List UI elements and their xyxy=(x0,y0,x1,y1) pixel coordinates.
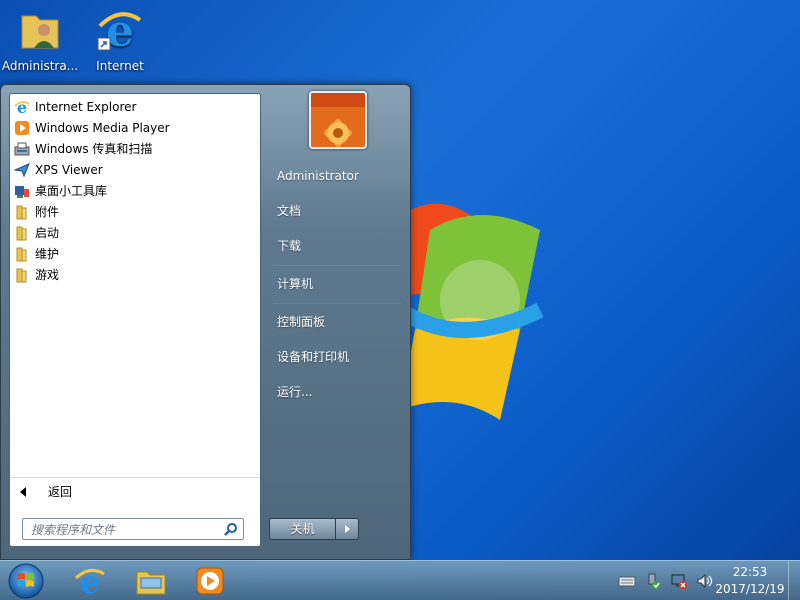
shutdown-button-group: 关机 xyxy=(269,518,359,540)
search-input[interactable]: 搜索程序和文件 xyxy=(22,518,244,540)
taskbar-explorer-button[interactable] xyxy=(131,564,171,598)
desktop-icon-label: Internet Explorer xyxy=(96,59,144,73)
program-list: e Internet Explorer Windows Media Player… xyxy=(10,96,260,285)
desktop-icon-internet-explorer[interactable]: e Internet Explorer xyxy=(80,6,160,74)
menu-item-user[interactable]: Administrator xyxy=(277,165,403,187)
ie-icon: e xyxy=(97,6,142,57)
folder-icon xyxy=(16,226,27,240)
menu-item-control-panel[interactable]: 控制面板 xyxy=(277,311,403,333)
back-arrow-icon xyxy=(20,486,26,497)
back-button[interactable]: 返回 xyxy=(10,477,260,505)
volume-icon[interactable] xyxy=(696,572,714,590)
program-folder-accessories[interactable]: 附件 xyxy=(10,201,260,222)
clock-date: 2017/12/19 xyxy=(715,582,785,596)
program-gadgets[interactable]: 桌面小工具库 xyxy=(10,180,260,201)
explorer-folder-icon xyxy=(136,571,166,595)
program-label: Windows Media Player xyxy=(35,120,170,135)
media-player-icon xyxy=(196,567,224,595)
back-label: 返回 xyxy=(48,485,73,499)
shutdown-button[interactable]: 关机 xyxy=(270,519,336,539)
gadgets-icon xyxy=(15,185,29,198)
folder-icon xyxy=(16,205,27,219)
start-menu: e Internet Explorer Windows Media Player… xyxy=(0,84,411,560)
start-button[interactable] xyxy=(6,562,46,600)
taskbar-ie-button[interactable]: e xyxy=(70,564,110,598)
program-folder-maintenance[interactable]: 维护 xyxy=(10,243,260,264)
program-internet-explorer[interactable]: e Internet Explorer xyxy=(10,96,260,117)
safely-remove-hardware-icon[interactable] xyxy=(644,572,662,590)
program-label: XPS Viewer xyxy=(35,162,103,177)
menu-item-devices-printers[interactable]: 设备和打印机 xyxy=(277,346,403,368)
menu-separator xyxy=(273,303,401,304)
folder-icon xyxy=(16,268,27,282)
program-label: 附件 xyxy=(35,205,60,219)
user-avatar[interactable] xyxy=(309,91,367,149)
program-folder-games[interactable]: 游戏 xyxy=(10,264,260,285)
program-label: 维护 xyxy=(35,247,60,261)
menu-item-run[interactable]: 运行... xyxy=(277,381,403,403)
program-label: 游戏 xyxy=(35,268,60,282)
ie-icon: e xyxy=(14,99,30,115)
menu-item-computer[interactable]: 计算机 xyxy=(277,273,403,295)
show-desktop-button[interactable] xyxy=(788,561,800,600)
menu-item-documents[interactable]: 文档 xyxy=(277,200,403,222)
ie-icon: e xyxy=(74,565,105,597)
program-label: Internet Explorer xyxy=(35,99,137,114)
system-clock[interactable]: 22:53 2017/12/19 xyxy=(714,564,786,598)
system-tray xyxy=(618,572,714,590)
desktop-icon-label: Administra... xyxy=(1,59,79,73)
menu-item-downloads[interactable]: 下载 xyxy=(277,235,403,257)
desktop-icon-administrator[interactable]: Administra... xyxy=(0,6,80,74)
search-placeholder: 搜索程序和文件 xyxy=(31,522,116,537)
shutdown-options-button[interactable] xyxy=(336,525,358,533)
start-menu-programs-pane: e Internet Explorer Windows Media Player… xyxy=(9,93,261,547)
user-folder-icon xyxy=(21,15,59,49)
fax-scan-icon xyxy=(14,142,30,155)
folder-icon xyxy=(16,247,27,261)
clock-time: 22:53 xyxy=(732,565,768,579)
program-fax-scan[interactable]: Windows 传真和扫描 xyxy=(10,138,260,159)
program-folder-startup[interactable]: 启动 xyxy=(10,222,260,243)
program-label: Windows 传真和扫描 xyxy=(35,142,153,156)
wallpaper-windows-logo xyxy=(400,203,544,420)
program-label: 启动 xyxy=(35,226,60,240)
program-xps-viewer[interactable]: XPS Viewer xyxy=(10,159,260,180)
xps-viewer-icon xyxy=(14,162,30,177)
flower-avatar-icon xyxy=(311,93,365,147)
search-icon[interactable] xyxy=(224,522,238,536)
chevron-right-icon xyxy=(344,525,350,533)
network-disconnected-icon[interactable] xyxy=(670,572,688,590)
keyboard-icon[interactable] xyxy=(618,572,636,590)
taskbar: e 22:53 2017/12/19 xyxy=(0,560,800,600)
taskbar-media-player-button[interactable] xyxy=(190,564,230,598)
program-label: 桌面小工具库 xyxy=(35,184,108,198)
start-menu-right-pane: Administrator 文档 下载 计算机 控制面板 设备和打印机 运行..… xyxy=(263,85,411,561)
menu-separator xyxy=(273,265,401,266)
program-windows-media-player[interactable]: Windows Media Player xyxy=(10,117,260,138)
media-player-icon xyxy=(15,120,29,135)
